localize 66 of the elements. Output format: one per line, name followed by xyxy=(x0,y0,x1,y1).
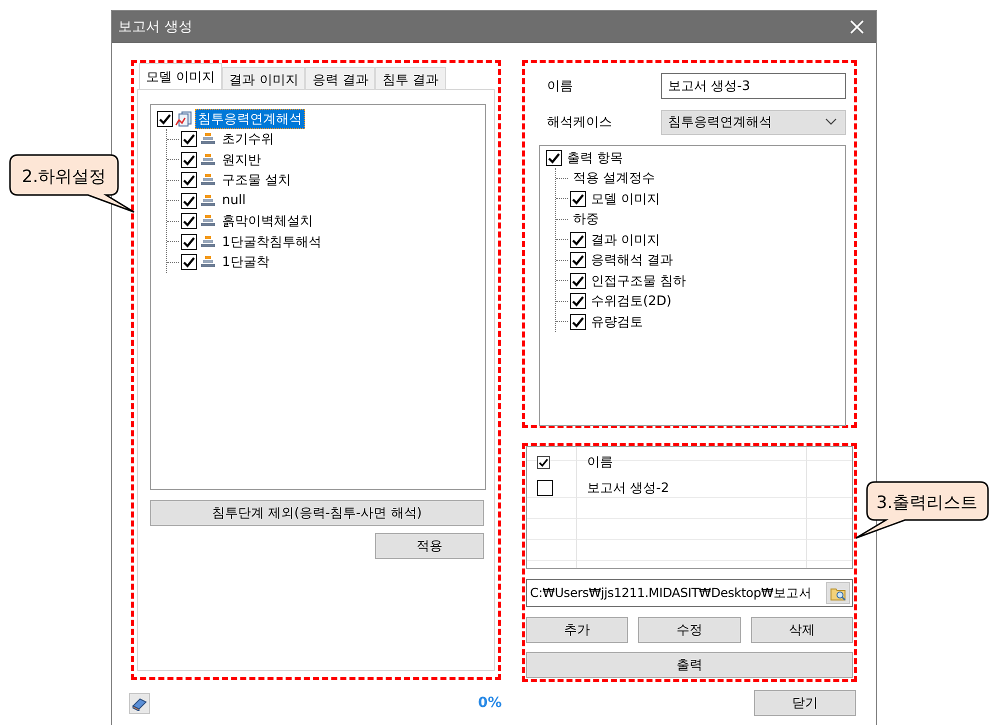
tree-item[interactable]: 흙막이벽체설치 xyxy=(219,211,316,232)
tree-item[interactable]: 출력 항목 xyxy=(564,148,626,168)
tree-item[interactable]: 초기수위 xyxy=(219,129,277,150)
exclude-button[interactable]: 침투단계 제외(응력-침투-사면 해석) xyxy=(150,500,484,526)
progress-text: 0% xyxy=(478,695,502,711)
tree-item[interactable]: 1단굴착 xyxy=(219,252,272,272)
checkbox[interactable] xyxy=(181,213,197,230)
eraser-button[interactable] xyxy=(129,692,150,714)
tab[interactable]: 침투 결과 xyxy=(375,67,446,89)
browse-button[interactable] xyxy=(826,582,850,604)
close-button[interactable]: 닫기 xyxy=(754,690,856,716)
checkbox[interactable] xyxy=(570,232,586,248)
tree-item[interactable]: 침투응력연계해석 xyxy=(195,109,305,129)
window-title: 보고서 생성 xyxy=(118,18,192,36)
checkbox[interactable] xyxy=(570,190,586,207)
column-header: 이름 xyxy=(586,454,614,472)
tree-item[interactable]: 결과 이미지 xyxy=(588,230,664,250)
folder-search-icon xyxy=(830,586,846,601)
documents-chart-icon xyxy=(175,111,193,127)
chevron-down-icon xyxy=(825,118,837,126)
tree-item[interactable]: 인접구조물 침하 xyxy=(588,270,690,291)
checkbox[interactable] xyxy=(570,314,586,330)
checkbox[interactable] xyxy=(181,234,197,250)
checkbox[interactable] xyxy=(546,150,562,166)
checkbox[interactable] xyxy=(537,456,550,468)
action-button[interactable]: 삭제 xyxy=(750,617,853,644)
field-label: 해석케이스 xyxy=(547,114,612,131)
eraser-icon xyxy=(131,696,148,710)
tab[interactable]: 모델 이미지 xyxy=(139,63,222,89)
tree-item[interactable]: null xyxy=(219,192,249,210)
path-field[interactable]: C:₩Users₩jjs1211.MIDASIT₩Desktop₩보고서 xyxy=(526,579,853,608)
speech-bubble: 2.하위설정 xyxy=(9,154,135,213)
checkbox[interactable] xyxy=(570,293,586,310)
layers-icon xyxy=(199,234,217,250)
checkbox[interactable] xyxy=(181,131,197,148)
checkbox[interactable] xyxy=(570,252,586,268)
tree-item[interactable]: 적용 설계정수 xyxy=(570,168,658,188)
layers-icon xyxy=(199,152,217,168)
tab[interactable]: 결과 이미지 xyxy=(222,67,306,89)
tab[interactable]: 응력 결과 xyxy=(305,67,376,89)
tree-item[interactable]: 원지반 xyxy=(219,150,264,170)
tree-item[interactable]: 하중 xyxy=(570,209,602,230)
tree-item[interactable]: 구조물 설치 xyxy=(219,170,294,190)
table-cell-text: 보고서 생성-2 xyxy=(586,480,670,498)
apply-button[interactable]: 적용 xyxy=(375,533,484,559)
tree-item[interactable]: 모델 이미지 xyxy=(588,188,664,209)
field-label: 이름 xyxy=(547,78,573,95)
action-button[interactable]: 추가 xyxy=(526,617,628,644)
tree-item[interactable]: 수위검토(2D) xyxy=(588,291,674,312)
close-icon xyxy=(850,20,864,34)
checkbox[interactable] xyxy=(157,111,173,127)
tree-item[interactable]: 1단굴착침투해석 xyxy=(219,232,324,252)
tree-item[interactable]: 유량검토 xyxy=(588,312,646,332)
checkbox[interactable] xyxy=(570,272,586,289)
checkbox[interactable] xyxy=(181,254,197,270)
checkbox[interactable] xyxy=(181,192,197,209)
checkbox[interactable] xyxy=(181,152,197,168)
action-button[interactable]: 수정 xyxy=(638,617,741,644)
name-field[interactable]: 보고서 생성-3 xyxy=(661,73,846,99)
case-dropdown[interactable]: 침투응력연계해석 xyxy=(661,110,846,134)
checkbox[interactable] xyxy=(181,172,197,188)
layers-icon xyxy=(199,192,217,209)
checkbox[interactable] xyxy=(537,480,553,496)
tree-item[interactable]: 응력해석 결과 xyxy=(588,250,676,270)
speech-bubble: 3.출력리스트 xyxy=(855,481,989,539)
print-button[interactable]: 출력 xyxy=(526,652,853,678)
